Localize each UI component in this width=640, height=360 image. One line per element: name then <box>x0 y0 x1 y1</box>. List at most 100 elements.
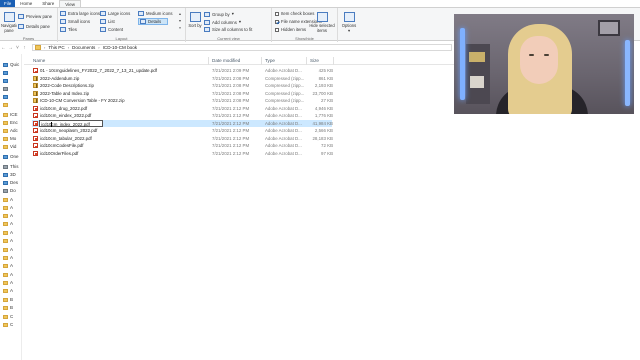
file-type: Adobe Acrobat D... <box>265 120 302 126</box>
group-by-button[interactable]: Group by ▾ <box>204 11 234 17</box>
nav-item[interactable]: B <box>3 297 13 302</box>
layout-extra-large-icons[interactable]: Extra large icons <box>60 11 100 16</box>
tab-share[interactable]: Share <box>37 0 59 7</box>
layout-large-icons[interactable]: Large icons <box>100 11 130 16</box>
column-header-size[interactable]: Size <box>310 58 319 63</box>
nav-item[interactable]: A <box>3 221 13 226</box>
nav-item[interactable]: A <box>3 213 13 218</box>
nav-item[interactable]: Mo <box>3 136 16 141</box>
nav-item[interactable]: 3D <box>3 172 16 177</box>
nav-item[interactable]: C <box>3 314 13 319</box>
nav-item[interactable]: A <box>3 280 13 285</box>
layout-small-icons[interactable]: Small icons <box>60 19 90 24</box>
layout-content[interactable]: Content <box>100 27 123 32</box>
details-pane-button[interactable]: Details pane <box>18 24 50 29</box>
hide-selected-items-button[interactable]: Hide selected items <box>308 12 336 33</box>
layout-scroll-arrows[interactable]: ▲ ▼ ▾ <box>178 11 182 33</box>
folder-icon <box>3 272 8 277</box>
file-row[interactable]: ICD-10-CM Conversion Table - FY 2022.zip… <box>32 97 333 104</box>
nav-item[interactable] <box>3 79 8 83</box>
nav-item[interactable]: A <box>3 247 13 252</box>
details-pane-icon <box>18 24 24 29</box>
checkbox-icon <box>275 27 279 32</box>
column-header-type[interactable]: Type <box>265 58 275 63</box>
file-row[interactable]: icd10cmCodesFile.pdf 7/21/2021 2:12 PM A… <box>32 142 333 149</box>
layout-details[interactable]: Details <box>138 18 169 25</box>
folder-icon <box>3 221 8 226</box>
file-row[interactable]: 2022-Addendum.zip 7/21/2021 2:08 PM Comp… <box>32 75 333 82</box>
nav-item[interactable]: Des <box>3 180 18 185</box>
zip-file-icon <box>33 75 38 81</box>
rename-input[interactable]: icd10cm_index_2022.pdf <box>39 119 103 127</box>
file-type: Adobe Acrobat D... <box>265 128 302 133</box>
hidden-items-toggle[interactable]: Hidden items <box>275 27 306 32</box>
file-row[interactable]: icd10cm_eindex_2022.pdf 7/21/2021 2:12 P… <box>32 112 333 119</box>
sort-by-button[interactable]: Sort by <box>188 12 202 33</box>
address-bar[interactable]: › This PC › Documents › ICD-10-CM book <box>32 44 452 51</box>
presenter-eye <box>544 54 549 56</box>
file-row[interactable]: icd10cm_neoplasm_2022.pdf 7/21/2021 2:12… <box>32 127 333 134</box>
forward-arrow-icon[interactable]: → <box>7 45 14 51</box>
nav-item-quick-access[interactable]: Quic <box>3 62 19 67</box>
chevron-right-icon: › <box>98 45 100 50</box>
layout-medium-icons[interactable]: Medium icons <box>138 11 173 16</box>
nav-item[interactable]: B <box>3 305 13 310</box>
file-row[interactable]: 2022-Table and Index.zip 7/21/2021 2:08 … <box>32 90 333 97</box>
nav-item[interactable]: C <box>3 322 13 327</box>
nav-item[interactable]: A <box>3 238 13 243</box>
shelf <box>466 44 490 104</box>
file-row[interactable]: icd10cm_tabular_2022.pdf 7/21/2021 2:12 … <box>32 135 333 142</box>
breadcrumb-this-pc[interactable]: This PC <box>48 45 64 50</box>
nav-item[interactable]: A <box>3 230 13 235</box>
column-header-date[interactable]: Date modified <box>212 58 240 63</box>
nav-item[interactable] <box>3 71 8 75</box>
tab-view[interactable]: View <box>59 0 81 7</box>
file-row[interactable]: icd10cm_drug_2022.pdf 7/21/2021 2:12 PM … <box>32 105 333 112</box>
file-row-selected[interactable]: icd10cm_index_2022.pdf 7/21/2021 2:12 PM… <box>32 119 333 127</box>
column-divider[interactable] <box>208 57 209 65</box>
column-divider[interactable] <box>261 57 262 65</box>
nav-item[interactable]: Enc <box>3 120 18 125</box>
small-icons-icon <box>60 19 66 24</box>
nav-item[interactable]: A <box>3 197 13 202</box>
column-header-name[interactable]: Name <box>33 58 45 63</box>
up-arrow-icon[interactable]: ↑ <box>21 45 28 51</box>
breadcrumb-documents[interactable]: Documents <box>72 45 95 50</box>
nav-item[interactable] <box>3 103 8 107</box>
folder-icon <box>3 288 8 293</box>
size-all-columns-button[interactable]: Size all columns to fit <box>204 27 252 32</box>
layout-tiles[interactable]: Tiles <box>60 27 77 32</box>
add-columns-button[interactable]: Add columns ▾ <box>204 19 241 25</box>
nav-item-onedrive[interactable]: One <box>3 154 19 159</box>
breadcrumb-icd-10-cm-book[interactable]: ICD-10-CM book <box>103 45 137 50</box>
nav-item-this-pc[interactable]: This <box>3 164 19 169</box>
nav-item[interactable]: A <box>3 263 13 268</box>
layout-list[interactable]: List <box>100 19 115 24</box>
tab-home[interactable]: Home <box>15 0 37 7</box>
pdf-file-icon <box>33 113 38 118</box>
nav-item[interactable] <box>3 95 8 99</box>
nav-item[interactable]: A <box>3 272 13 277</box>
tab-file[interactable]: File <box>0 0 16 7</box>
nav-item[interactable]: Do <box>3 188 16 193</box>
options-button[interactable]: Options ▾ <box>340 12 358 33</box>
nav-item[interactable] <box>3 87 8 91</box>
column-divider[interactable] <box>306 57 307 65</box>
ribbon-group-layout: Extra large icons Large icons Medium ico… <box>58 8 186 42</box>
file-row[interactable]: icd10OrderFiles.pdf 7/21/2021 2:12 PM Ad… <box>32 150 333 157</box>
back-arrow-icon[interactable]: ← <box>0 45 7 51</box>
column-divider[interactable] <box>333 57 334 65</box>
nav-item[interactable]: Adc <box>3 128 18 133</box>
file-row[interactable]: 01 - 10cmguidelines_FY2022_7_2022_7_13_2… <box>32 67 333 74</box>
recent-locations-icon[interactable]: ˅ <box>14 45 21 51</box>
navigation-pane-button[interactable]: Navigation pane <box>1 12 17 33</box>
nav-item[interactable]: A <box>3 255 13 260</box>
nav-item[interactable]: A <box>3 205 13 210</box>
nav-item[interactable]: ICE <box>3 112 18 117</box>
file-row[interactable]: 2022-Code Descriptions.zip 7/21/2021 2:0… <box>32 82 333 89</box>
chevron-down-icon: ▾ <box>347 28 351 33</box>
nav-item[interactable]: Vid <box>3 144 16 149</box>
vertical-scrollbar[interactable] <box>635 54 640 360</box>
nav-item[interactable]: A <box>3 288 13 293</box>
preview-pane-button[interactable]: Preview pane <box>18 14 52 19</box>
